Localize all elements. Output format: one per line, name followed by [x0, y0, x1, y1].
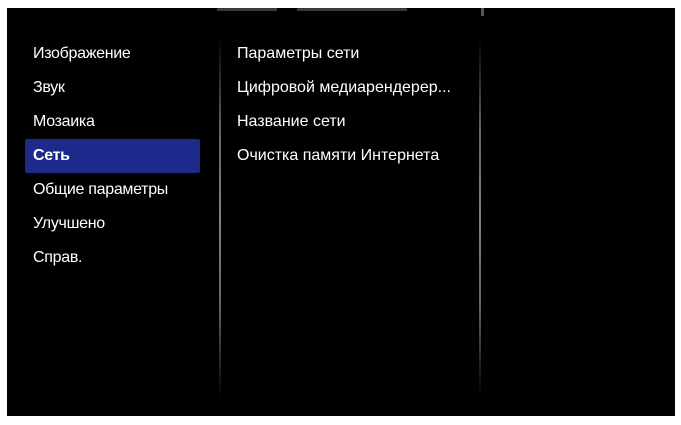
menu-item-network[interactable]: Сеть [25, 139, 200, 173]
submenu-item-label: Название сети [237, 113, 346, 130]
column-divider [219, 38, 221, 398]
top-mark [297, 8, 407, 11]
submenu-item-label: Цифровой медиарендерер... [237, 79, 451, 96]
menu-item-label: Общие параметры [33, 181, 169, 198]
submenu-item-network-settings[interactable]: Параметры сети [227, 37, 482, 71]
menu-item-label: Сеть [33, 147, 70, 164]
menu-item-label: Справ. [33, 249, 83, 266]
submenu-item-clear-internet-memory[interactable]: Очистка памяти Интернета [227, 139, 482, 173]
osd-settings-screen: Изображение Звук Мозаика Сеть Общие пара… [7, 8, 675, 416]
menu-item-label: Звук [33, 79, 65, 96]
top-edge-decoration [7, 8, 675, 16]
menu-item-general-settings[interactable]: Общие параметры [25, 173, 200, 207]
menu-item-label: Мозаика [33, 113, 95, 130]
column-divider [479, 38, 481, 398]
menu-item-tiling[interactable]: Мозаика [25, 105, 200, 139]
top-mark [481, 8, 484, 16]
main-menu: Изображение Звук Мозаика Сеть Общие пара… [7, 37, 219, 275]
submenu-item-label: Очистка памяти Интернета [237, 147, 440, 164]
network-submenu: Параметры сети Цифровой медиарендерер...… [227, 37, 482, 173]
menu-item-advanced[interactable]: Улучшено [25, 207, 200, 241]
menu-item-label: Изображение [33, 45, 131, 62]
submenu-item-label: Параметры сети [237, 45, 360, 62]
menu-item-help[interactable]: Справ. [25, 241, 200, 275]
submenu-item-digital-media-renderer[interactable]: Цифровой медиарендерер... [227, 71, 482, 105]
top-mark [217, 8, 277, 11]
menu-item-picture[interactable]: Изображение [25, 37, 200, 71]
menu-item-label: Улучшено [33, 215, 105, 232]
menu-item-sound[interactable]: Звук [25, 71, 200, 105]
submenu-item-network-name[interactable]: Название сети [227, 105, 482, 139]
